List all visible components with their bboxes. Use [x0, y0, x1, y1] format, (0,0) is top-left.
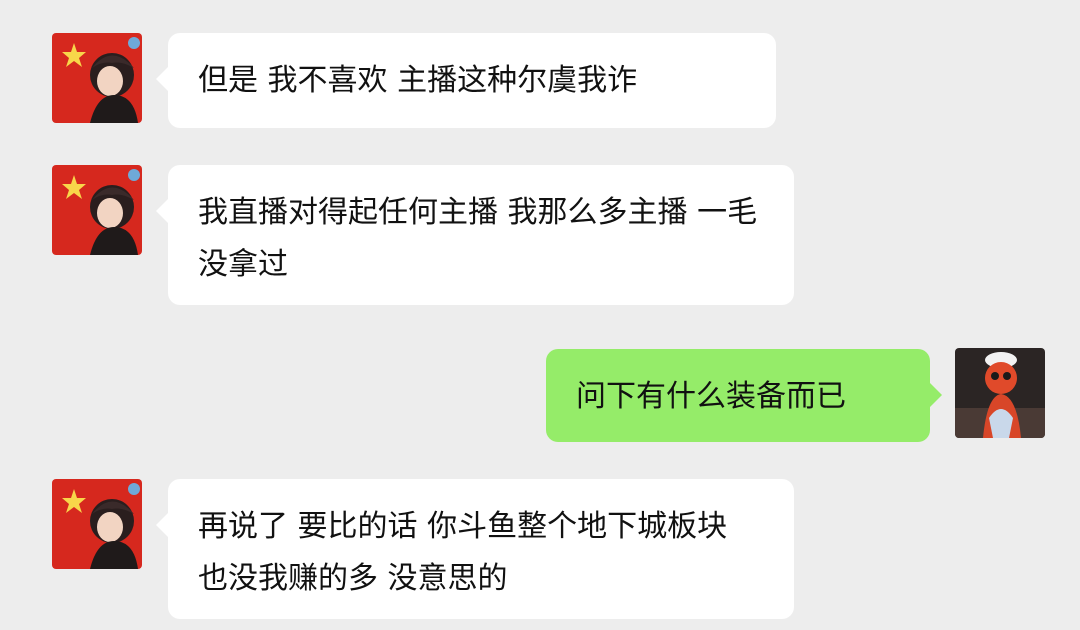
self-avatar[interactable] — [955, 348, 1045, 438]
message-bubble[interactable]: 问下有什么装备而已 — [546, 349, 942, 442]
chat-window: 但是 我不喜欢 主播这种尔虞我诈 我直播对得起任何主播 我那么多主播 一毛没拿过… — [0, 0, 1080, 630]
message-text: 我直播对得起任何主播 我那么多主播 一毛没拿过 — [198, 195, 758, 282]
message-bubble[interactable]: 我直播对得起任何主播 我那么多主播 一毛没拿过 — [156, 165, 794, 305]
contact-avatar[interactable] — [52, 479, 142, 569]
flag-girl-avatar-icon — [52, 479, 142, 569]
message-text: 问下有什么装备而已 — [576, 379, 846, 414]
message-bubble[interactable]: 再说了 要比的话 你斗鱼整个地下城板块 也没我赚的多 没意思的 — [156, 479, 794, 619]
contact-avatar[interactable] — [52, 33, 142, 123]
message-bubble[interactable]: 但是 我不喜欢 主播这种尔虞我诈 — [156, 33, 776, 128]
message-text: 但是 我不喜欢 主播这种尔虞我诈 — [198, 63, 638, 98]
message-text: 再说了 要比的话 你斗鱼整个地下城板块 也没我赚的多 没意思的 — [198, 509, 728, 596]
red-figure-avatar-icon — [955, 348, 1045, 438]
contact-avatar[interactable] — [52, 165, 142, 255]
flag-girl-avatar-icon — [52, 33, 142, 123]
flag-girl-avatar-icon — [52, 165, 142, 255]
